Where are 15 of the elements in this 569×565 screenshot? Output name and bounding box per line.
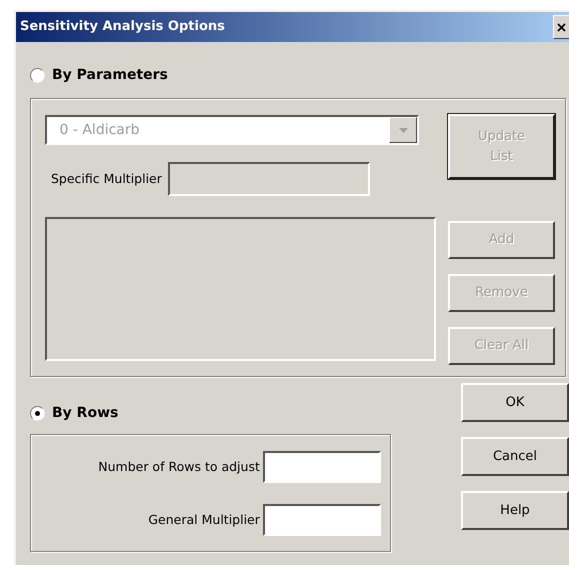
dialog-button[interactable]: Help: [461, 491, 569, 530]
radio-label: By Parameters: [52, 66, 168, 84]
radio-label: By Rows: [52, 404, 118, 422]
radio-button[interactable]: [30, 406, 45, 420]
radio-button[interactable]: [30, 68, 45, 82]
field-label: Specific Multiplier: [51, 170, 162, 188]
input-field[interactable]: [263, 451, 381, 483]
dialog-button[interactable]: Cancel: [461, 437, 569, 476]
field-label: General Multiplier: [148, 510, 260, 529]
dialog-button[interactable]: OK: [461, 383, 569, 422]
window-title: Sensitivity Analysis Options: [20, 18, 225, 36]
field-label: Number of Rows to adjust: [98, 458, 260, 476]
close-button[interactable]: [553, 15, 569, 39]
close-icon: [557, 22, 566, 32]
input-field[interactable]: [263, 504, 381, 536]
